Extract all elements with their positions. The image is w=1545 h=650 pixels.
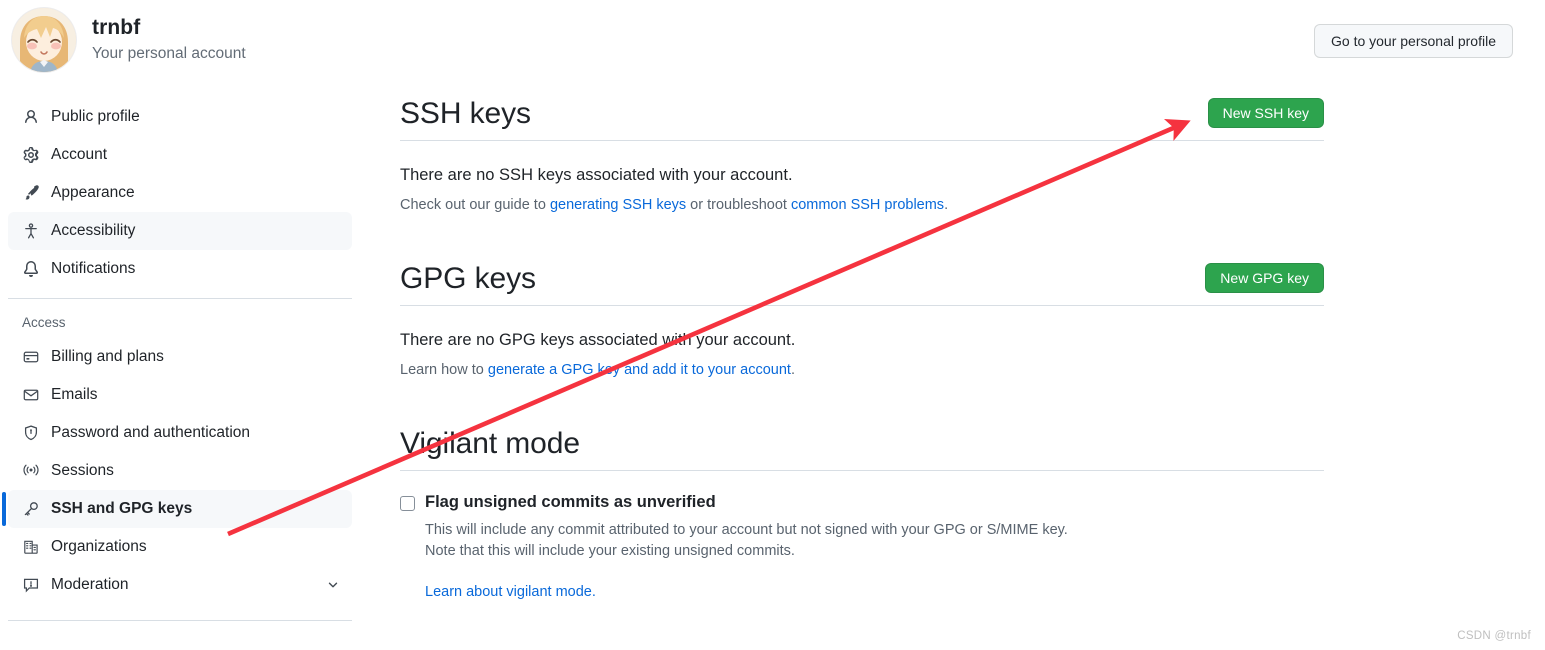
account-subtitle: Your personal account [92,44,246,62]
sidebar-item-label: Notifications [51,260,136,277]
sidebar-item-label: Password and authentication [51,424,251,441]
vigilant-mode-section: Vigilant mode Flag unsigned commits as u… [400,426,1324,600]
vigilant-mode-title: Vigilant mode [400,427,580,460]
flag-unsigned-commits-checkbox[interactable] [400,496,415,511]
organization-icon [22,539,39,556]
sidebar-item-moderation[interactable]: Moderation [8,566,352,604]
sidebar-item-appearance[interactable]: Appearance [8,174,352,212]
shield-lock-icon [22,425,39,442]
sidebar-item-label: Appearance [51,184,135,201]
bell-icon [22,261,39,278]
sidebar-item-public-profile[interactable]: Public profile [8,98,352,136]
sidebar-item-label: Account [51,146,108,163]
vigilant-description: This will include any commit attributed … [400,513,1324,562]
flag-unsigned-commits-row[interactable]: Flag unsigned commits as unverified [400,493,1324,513]
main-content: SSH keys New SSH key There are no SSH ke… [400,96,1324,600]
ssh-keys-empty-message: There are no SSH keys associated with yo… [400,166,793,184]
common-ssh-problems-link[interactable]: common SSH problems [791,197,944,213]
ssh-keys-section: SSH keys New SSH key There are no SSH ke… [400,96,1324,213]
sidebar-primary-group: Public profile Account Appearance Access… [0,98,360,288]
sidebar-item-label: Emails [51,386,98,403]
sidebar-item-ssh-and-gpg-keys[interactable]: SSH and GPG keys [2,490,352,528]
credit-card-icon [22,349,39,366]
sidebar-item-notifications[interactable]: Notifications [8,250,352,288]
chevron-down-icon[interactable] [326,578,340,592]
sidebar-item-sessions[interactable]: Sessions [8,452,352,490]
sidebar-item-label: Billing and plans [51,348,164,365]
gpg-keys-section: GPG keys New GPG key There are no GPG ke… [400,261,1324,378]
sidebar-item-account[interactable]: Account [8,136,352,174]
learn-about-vigilant-mode-link[interactable]: Learn about vigilant mode. [425,584,596,600]
ssh-keys-hint: Check out our guide to generating SSH ke… [400,185,1324,213]
gpg-hint-prefix: Learn how to [400,362,488,378]
sidebar-item-label: SSH and GPG keys [51,500,193,517]
account-name: trnbf [92,16,141,40]
vigilant-description-line-2: Note that this will include your existin… [425,542,795,559]
generating-ssh-keys-link[interactable]: generating SSH keys [550,197,686,213]
sidebar-item-label: Public profile [51,108,140,125]
account-meta: trnbf Your personal account [92,15,246,64]
gpg-hint-suffix: . [790,362,795,378]
sidebar-item-password-and-authentication[interactable]: Password and authentication [8,414,352,452]
sidebar-item-label: Organizations [51,538,147,555]
sidebar-section-label-access: Access [22,315,66,330]
person-icon [22,109,39,126]
gear-icon [22,147,39,164]
sidebar-divider-bottom [8,620,352,621]
new-gpg-key-button[interactable]: New GPG key [1205,263,1324,293]
key-icon [22,501,39,518]
account-header: trnbf Your personal account [12,8,246,72]
vigilant-mode-body: Flag unsigned commits as unverified This… [400,471,1324,600]
sidebar-access-group: Billing and plans Emails Password and au… [0,338,360,604]
sidebar-item-emails[interactable]: Emails [8,376,352,414]
sidebar-item-organizations[interactable]: Organizations [8,528,352,566]
sidebar-item-label: Accessibility [51,222,136,239]
sidebar-item-label: Sessions [51,462,114,479]
flag-unsigned-commits-label[interactable]: Flag unsigned commits as unverified [425,493,716,513]
generate-gpg-key-link[interactable]: generate a GPG key and add it to your ac… [488,362,791,378]
mail-icon [22,387,39,404]
gpg-keys-hint: Learn how to generate a GPG key and add … [400,350,1324,378]
accessibility-icon [22,223,39,240]
ssh-keys-header: SSH keys New SSH key [400,96,1324,141]
vigilant-description-line-1: This will include any commit attributed … [425,521,1068,538]
ssh-hint-prefix: Check out our guide to [400,197,550,213]
ssh-hint-middle: or troubleshoot [686,197,791,213]
settings-sidebar: Public profile Account Appearance Access… [0,98,360,621]
ssh-hint-suffix: . [944,197,949,213]
csdn-watermark: CSDN @trnbf [1457,630,1531,642]
sidebar-item-billing-and-plans[interactable]: Billing and plans [8,338,352,376]
gpg-keys-empty-message: There are no GPG keys associated with yo… [400,331,796,349]
sidebar-item-label: Moderation [51,576,129,593]
report-icon [22,577,39,594]
new-ssh-key-button[interactable]: New SSH key [1207,98,1324,128]
broadcast-icon [22,463,39,480]
paintbrush-icon [22,185,39,202]
gpg-keys-header: GPG keys New GPG key [400,261,1324,306]
ssh-keys-title: SSH keys [400,97,531,130]
vigilant-learn-row: Learn about vigilant mode. [400,562,1324,600]
avatar [12,8,76,72]
go-to-personal-profile-button[interactable]: Go to your personal profile [1314,24,1513,58]
vigilant-mode-header: Vigilant mode [400,426,1324,471]
gpg-keys-title: GPG keys [400,262,536,295]
sidebar-item-accessibility[interactable]: Accessibility [8,212,352,250]
settings-page: trnbf Your personal account Go to your p… [0,0,1545,650]
